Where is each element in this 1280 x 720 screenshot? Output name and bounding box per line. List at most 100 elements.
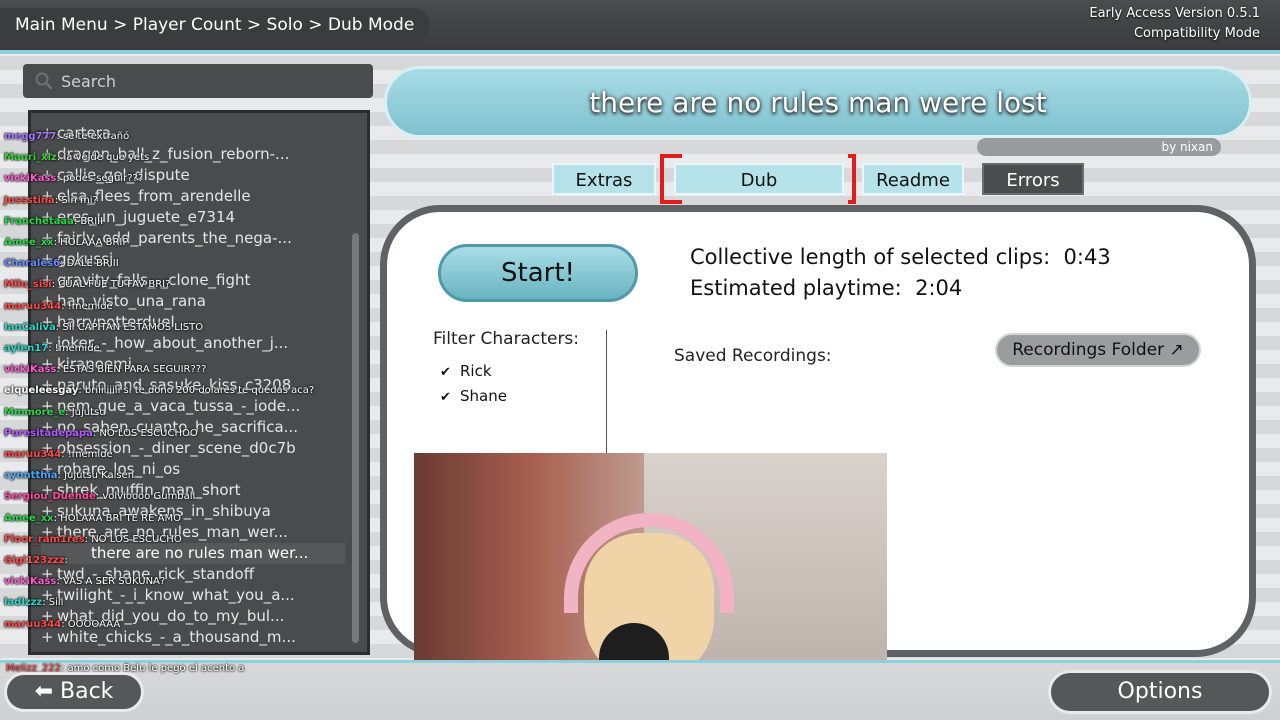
estimated-playtime-row: Estimated playtime: 2:04 <box>690 273 1111 304</box>
clip-list-item[interactable]: + elsa_flees_from_arendelle <box>41 186 345 207</box>
clip-list-item[interactable]: + robare_los_ni_os <box>41 459 345 480</box>
clip-name: eres_un_juguete_e7314 <box>57 208 236 226</box>
clip-list-item[interactable]: + twd_-_shane_rick_standoff <box>41 564 345 585</box>
clip-name: obsession_-_diner_scene_d0c7b <box>57 439 296 457</box>
tab-extras[interactable]: Extras <box>552 163 656 195</box>
clip-name: nem_que_a_vaca_tussa_-_iode... <box>57 397 301 415</box>
clip-list-item[interactable]: + nem_que_a_vaca_tussa_-_iode... <box>41 396 345 417</box>
clip-list-item[interactable]: + gravity_falls_-_clone_fight <box>41 270 345 291</box>
version-label: Early Access Version 0.5.1 <box>1089 6 1260 21</box>
clip-list-item[interactable]: + shrek_muffin_man_short <box>41 480 345 501</box>
add-clip-icon[interactable]: + <box>41 123 57 144</box>
add-clip-icon[interactable]: + <box>41 249 57 270</box>
add-clip-icon[interactable]: + <box>41 270 57 291</box>
clip-list-item[interactable]: + kiranoemi <box>41 354 345 375</box>
clip-name: no_saben_cuanto_he_sacrifica... <box>57 418 298 436</box>
add-clip-icon[interactable]: + <box>41 480 57 501</box>
estimated-playtime-label: Estimated playtime: <box>690 276 902 300</box>
recordings-folder-button[interactable]: Recordings Folder ↗ <box>995 333 1201 367</box>
top-bar: Main Menu > Player Count > Solo > Dub Mo… <box>0 0 1280 54</box>
add-clip-icon[interactable]: + <box>41 627 57 648</box>
tab-readme[interactable]: Readme <box>862 163 964 195</box>
saved-recordings-label: Saved Recordings: <box>674 346 832 366</box>
character-name: Shane <box>460 387 507 405</box>
back-arrow-icon: ⬅ <box>34 679 53 704</box>
search-input[interactable] <box>59 70 363 92</box>
add-clip-icon[interactable]: + <box>41 354 57 375</box>
clip-list: + cartera + dragon_ball_z_fusion_reborn-...… <box>41 123 345 648</box>
options-button[interactable]: Options <box>1048 670 1272 714</box>
add-clip-icon[interactable]: + <box>41 438 57 459</box>
check-icon: ✔ <box>440 390 451 405</box>
back-button[interactable]: ⬅ Back <box>4 672 144 712</box>
tab-errors[interactable]: Errors <box>982 163 1084 195</box>
character-name: Rick <box>460 362 492 380</box>
clip-list-item[interactable]: + eres_un_juguete_e7314 <box>41 207 345 228</box>
clip-list-panel: + cartera + dragon_ball_z_fusion_reborn-...… <box>28 110 370 655</box>
version-info: Early Access Version 0.5.1 Compatibility… <box>1089 4 1260 44</box>
add-clip-icon[interactable]: + <box>41 228 57 249</box>
active-tab-indicator <box>660 154 856 204</box>
clip-list-item[interactable]: + sukuna_awakens_in_shibuya <box>41 501 345 522</box>
clip-name: harrypotterduel <box>57 313 175 331</box>
clip-name: white_chicks_-_a_thousand_m... <box>57 628 296 646</box>
clip-name: han_visto_una_rana <box>57 292 206 310</box>
filter-character-shane[interactable]: ✔ Shane <box>440 387 507 405</box>
add-clip-icon[interactable]: + <box>41 564 57 585</box>
clip-name: dragon_ball_z_fusion_reborn-... <box>57 145 290 163</box>
clip-list-item[interactable]: there are no rules man wer... <box>41 543 345 564</box>
collective-length-row: Collective length of selected clips: 0:4… <box>690 242 1111 273</box>
add-clip-icon[interactable]: + <box>41 207 57 228</box>
clip-list-item[interactable]: + harrypotterduel <box>41 312 345 333</box>
clip-list-item[interactable]: + no_saben_cuanto_he_sacrifica... <box>41 417 345 438</box>
clip-list-item[interactable]: + cartera <box>41 123 345 144</box>
search-bar[interactable] <box>23 64 373 98</box>
check-icon: ✔ <box>440 365 451 380</box>
clip-list-item[interactable]: + there_are_no_rules_man_wer... <box>41 522 345 543</box>
clip-name: naruto_and_sasuke_kiss_c3208 <box>57 376 292 394</box>
add-clip-icon[interactable]: + <box>41 501 57 522</box>
clip-list-item[interactable]: + obsession_-_diner_scene_d0c7b <box>41 438 345 459</box>
clip-name: gravity_falls_-_clone_fight <box>57 271 251 289</box>
add-clip-icon[interactable]: + <box>41 312 57 333</box>
add-clip-icon[interactable]: + <box>41 417 57 438</box>
filter-character-rick[interactable]: ✔ Rick <box>440 362 492 380</box>
clip-list-item[interactable]: + dragon_ball_z_fusion_reborn-... <box>41 144 345 165</box>
clip-list-item[interactable]: + fairly_odd_parents_the_nega-... <box>41 228 345 249</box>
clip-list-item[interactable]: + gokussj <box>41 249 345 270</box>
clip-name: twd_-_shane_rick_standoff <box>57 565 255 583</box>
add-clip-icon[interactable]: + <box>41 165 57 186</box>
clip-list-item[interactable]: + twilight_-_i_know_what_you_a... <box>41 585 345 606</box>
clip-list-item[interactable]: + callie_gel_dispute <box>41 165 345 186</box>
add-clip-icon[interactable]: + <box>41 186 57 207</box>
clip-title: there are no rules man were lost <box>384 66 1252 138</box>
collective-length-value: 0:43 <box>1063 245 1111 269</box>
add-clip-icon[interactable]: + <box>41 144 57 165</box>
clip-name: joker_-_how_about_another_j... <box>57 334 289 352</box>
clip-list-item[interactable]: + naruto_and_sasuke_kiss_c3208 <box>41 375 345 396</box>
add-clip-icon[interactable]: + <box>41 396 57 417</box>
clip-name: shrek_muffin_man_short <box>57 481 241 499</box>
clip-list-item[interactable]: + white_chicks_-_a_thousand_m... <box>41 627 345 648</box>
filter-characters-title: Filter Characters: <box>433 329 580 349</box>
clip-list-scrollbar[interactable] <box>352 233 359 643</box>
clip-stats: Collective length of selected clips: 0:4… <box>690 242 1111 304</box>
add-clip-icon[interactable]: + <box>41 585 57 606</box>
add-clip-icon[interactable]: + <box>41 459 57 480</box>
add-clip-icon[interactable]: + <box>41 291 57 312</box>
clip-name: robare_los_ni_os <box>57 460 181 478</box>
add-clip-icon[interactable]: + <box>41 522 57 543</box>
clip-list-item[interactable]: + joker_-_how_about_another_j... <box>41 333 345 354</box>
add-clip-icon[interactable]: + <box>41 333 57 354</box>
back-label: Back <box>60 679 114 704</box>
breadcrumb: Main Menu > Player Count > Solo > Dub Mo… <box>0 8 430 42</box>
clip-name: kiranoemi <box>57 355 132 373</box>
vertical-divider <box>606 330 607 455</box>
clip-name: callie_gel_dispute <box>57 166 190 184</box>
add-clip-icon[interactable]: + <box>41 606 57 627</box>
clip-list-item[interactable]: + han_visto_una_rana <box>41 291 345 312</box>
clip-name: gokussj <box>57 250 114 268</box>
clip-list-item[interactable]: + what_did_you_do_to_my_bul... <box>41 606 345 627</box>
start-button[interactable]: Start! <box>438 244 638 302</box>
add-clip-icon[interactable]: + <box>41 375 57 396</box>
